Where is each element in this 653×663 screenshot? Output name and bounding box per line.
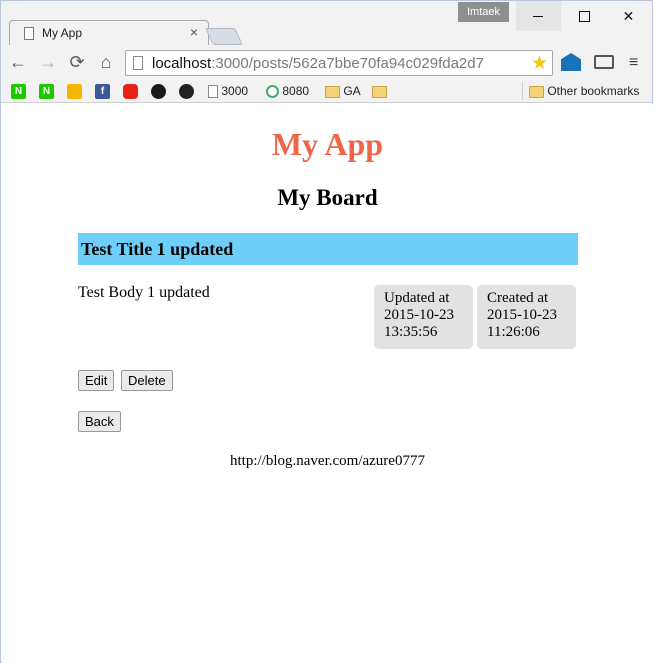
post-title: Test Title 1 updated — [78, 233, 578, 265]
facebook-icon: f — [95, 84, 110, 100]
close-tab-icon[interactable]: × — [190, 24, 198, 40]
cast-icon[interactable] — [594, 55, 614, 69]
browser-toolbar: ← → ⟳ ⌂ localhost:3000/posts/562a7bbe70f… — [1, 45, 652, 79]
post-body: Test Body 1 updated — [78, 284, 210, 301]
app-icon — [151, 84, 166, 100]
page-icon — [208, 85, 218, 99]
created-at-time: 11:26:06 — [487, 324, 540, 340]
folder-icon — [372, 85, 387, 98]
updated-at-label: Updated at — [384, 290, 450, 306]
footer-link[interactable]: http://blog.naver.com/azure0777 — [2, 453, 653, 470]
lightbulb-icon — [67, 84, 82, 100]
divider — [522, 82, 523, 100]
minimize-button[interactable] — [516, 1, 561, 31]
maximize-button[interactable] — [561, 1, 606, 31]
bookmark-idea[interactable] — [67, 83, 82, 100]
youtube-icon — [123, 84, 138, 100]
menu-icon[interactable]: ≡ — [629, 54, 638, 72]
bookmark-naver-2[interactable]: N — [39, 83, 54, 100]
app-title: My App — [271, 126, 384, 162]
new-tab-button[interactable] — [205, 28, 243, 45]
other-bookmarks[interactable]: Other bookmarks — [529, 83, 639, 99]
updated-at-box: Updated at 2015-10-23 13:35:56 — [374, 285, 473, 349]
bookmark-star-icon[interactable]: ★ — [531, 52, 548, 75]
forward-arrow-icon[interactable]: → — [37, 51, 59, 73]
bookmark-3000[interactable]: 3000 — [208, 83, 248, 99]
browser-tab[interactable]: My App × — [9, 20, 209, 46]
naver-icon: N — [11, 84, 26, 100]
back-button[interactable]: Back — [78, 411, 121, 432]
title-bar: My App × Imtaek ✕ — [1, 1, 652, 46]
browser-window: My App × Imtaek ✕ ← → ⟳ ⌂ localhost:3000… — [0, 0, 653, 663]
close-window-button[interactable]: ✕ — [606, 1, 651, 31]
profile-badge[interactable]: Imtaek — [458, 2, 509, 22]
address-bar[interactable]: localhost:3000/posts/562a7bbe70fa94c029f… — [125, 50, 553, 76]
bookmark-folder-ga[interactable]: GA — [325, 83, 361, 99]
page-content: My App My Board Test Title 1 updated Tes… — [2, 104, 653, 663]
page-icon — [133, 56, 143, 70]
bookmark-github[interactable] — [179, 83, 194, 100]
bookmark-folder[interactable] — [372, 83, 387, 99]
url-text: localhost:3000/posts/562a7bbe70fa94c029f… — [152, 55, 484, 72]
github-icon — [179, 84, 194, 100]
created-at-date: 2015-10-23 — [487, 307, 557, 323]
folder-icon — [529, 85, 544, 98]
page-icon — [24, 27, 34, 40]
naver-icon: N — [39, 84, 54, 100]
reload-icon[interactable]: ⟳ — [66, 51, 88, 73]
q-icon — [266, 85, 279, 99]
bookmark-8080[interactable]: 8080 — [266, 83, 309, 99]
bookmarks-bar: N N f 3000 8080 GA Other bookmarks — [1, 79, 652, 103]
back-arrow-icon[interactable]: ← — [7, 51, 29, 73]
home-icon[interactable]: ⌂ — [95, 51, 117, 73]
bookmark-facebook[interactable]: f — [95, 83, 110, 100]
board-title: My Board — [277, 185, 378, 210]
updated-at-time: 13:35:56 — [384, 324, 438, 340]
bookmark-naver-1[interactable]: N — [11, 83, 26, 100]
created-at-box: Created at 2015-10-23 11:26:06 — [477, 285, 576, 349]
bookmark-youtube[interactable] — [123, 83, 138, 100]
delete-button[interactable]: Delete — [121, 370, 173, 391]
updated-at-date: 2015-10-23 — [384, 307, 454, 323]
bookmark-app[interactable] — [151, 83, 166, 100]
tab-title: My App — [42, 26, 83, 40]
created-at-label: Created at — [487, 290, 549, 306]
mail-extension-icon[interactable] — [561, 53, 581, 71]
edit-button[interactable]: Edit — [78, 370, 115, 391]
folder-icon — [325, 85, 340, 98]
